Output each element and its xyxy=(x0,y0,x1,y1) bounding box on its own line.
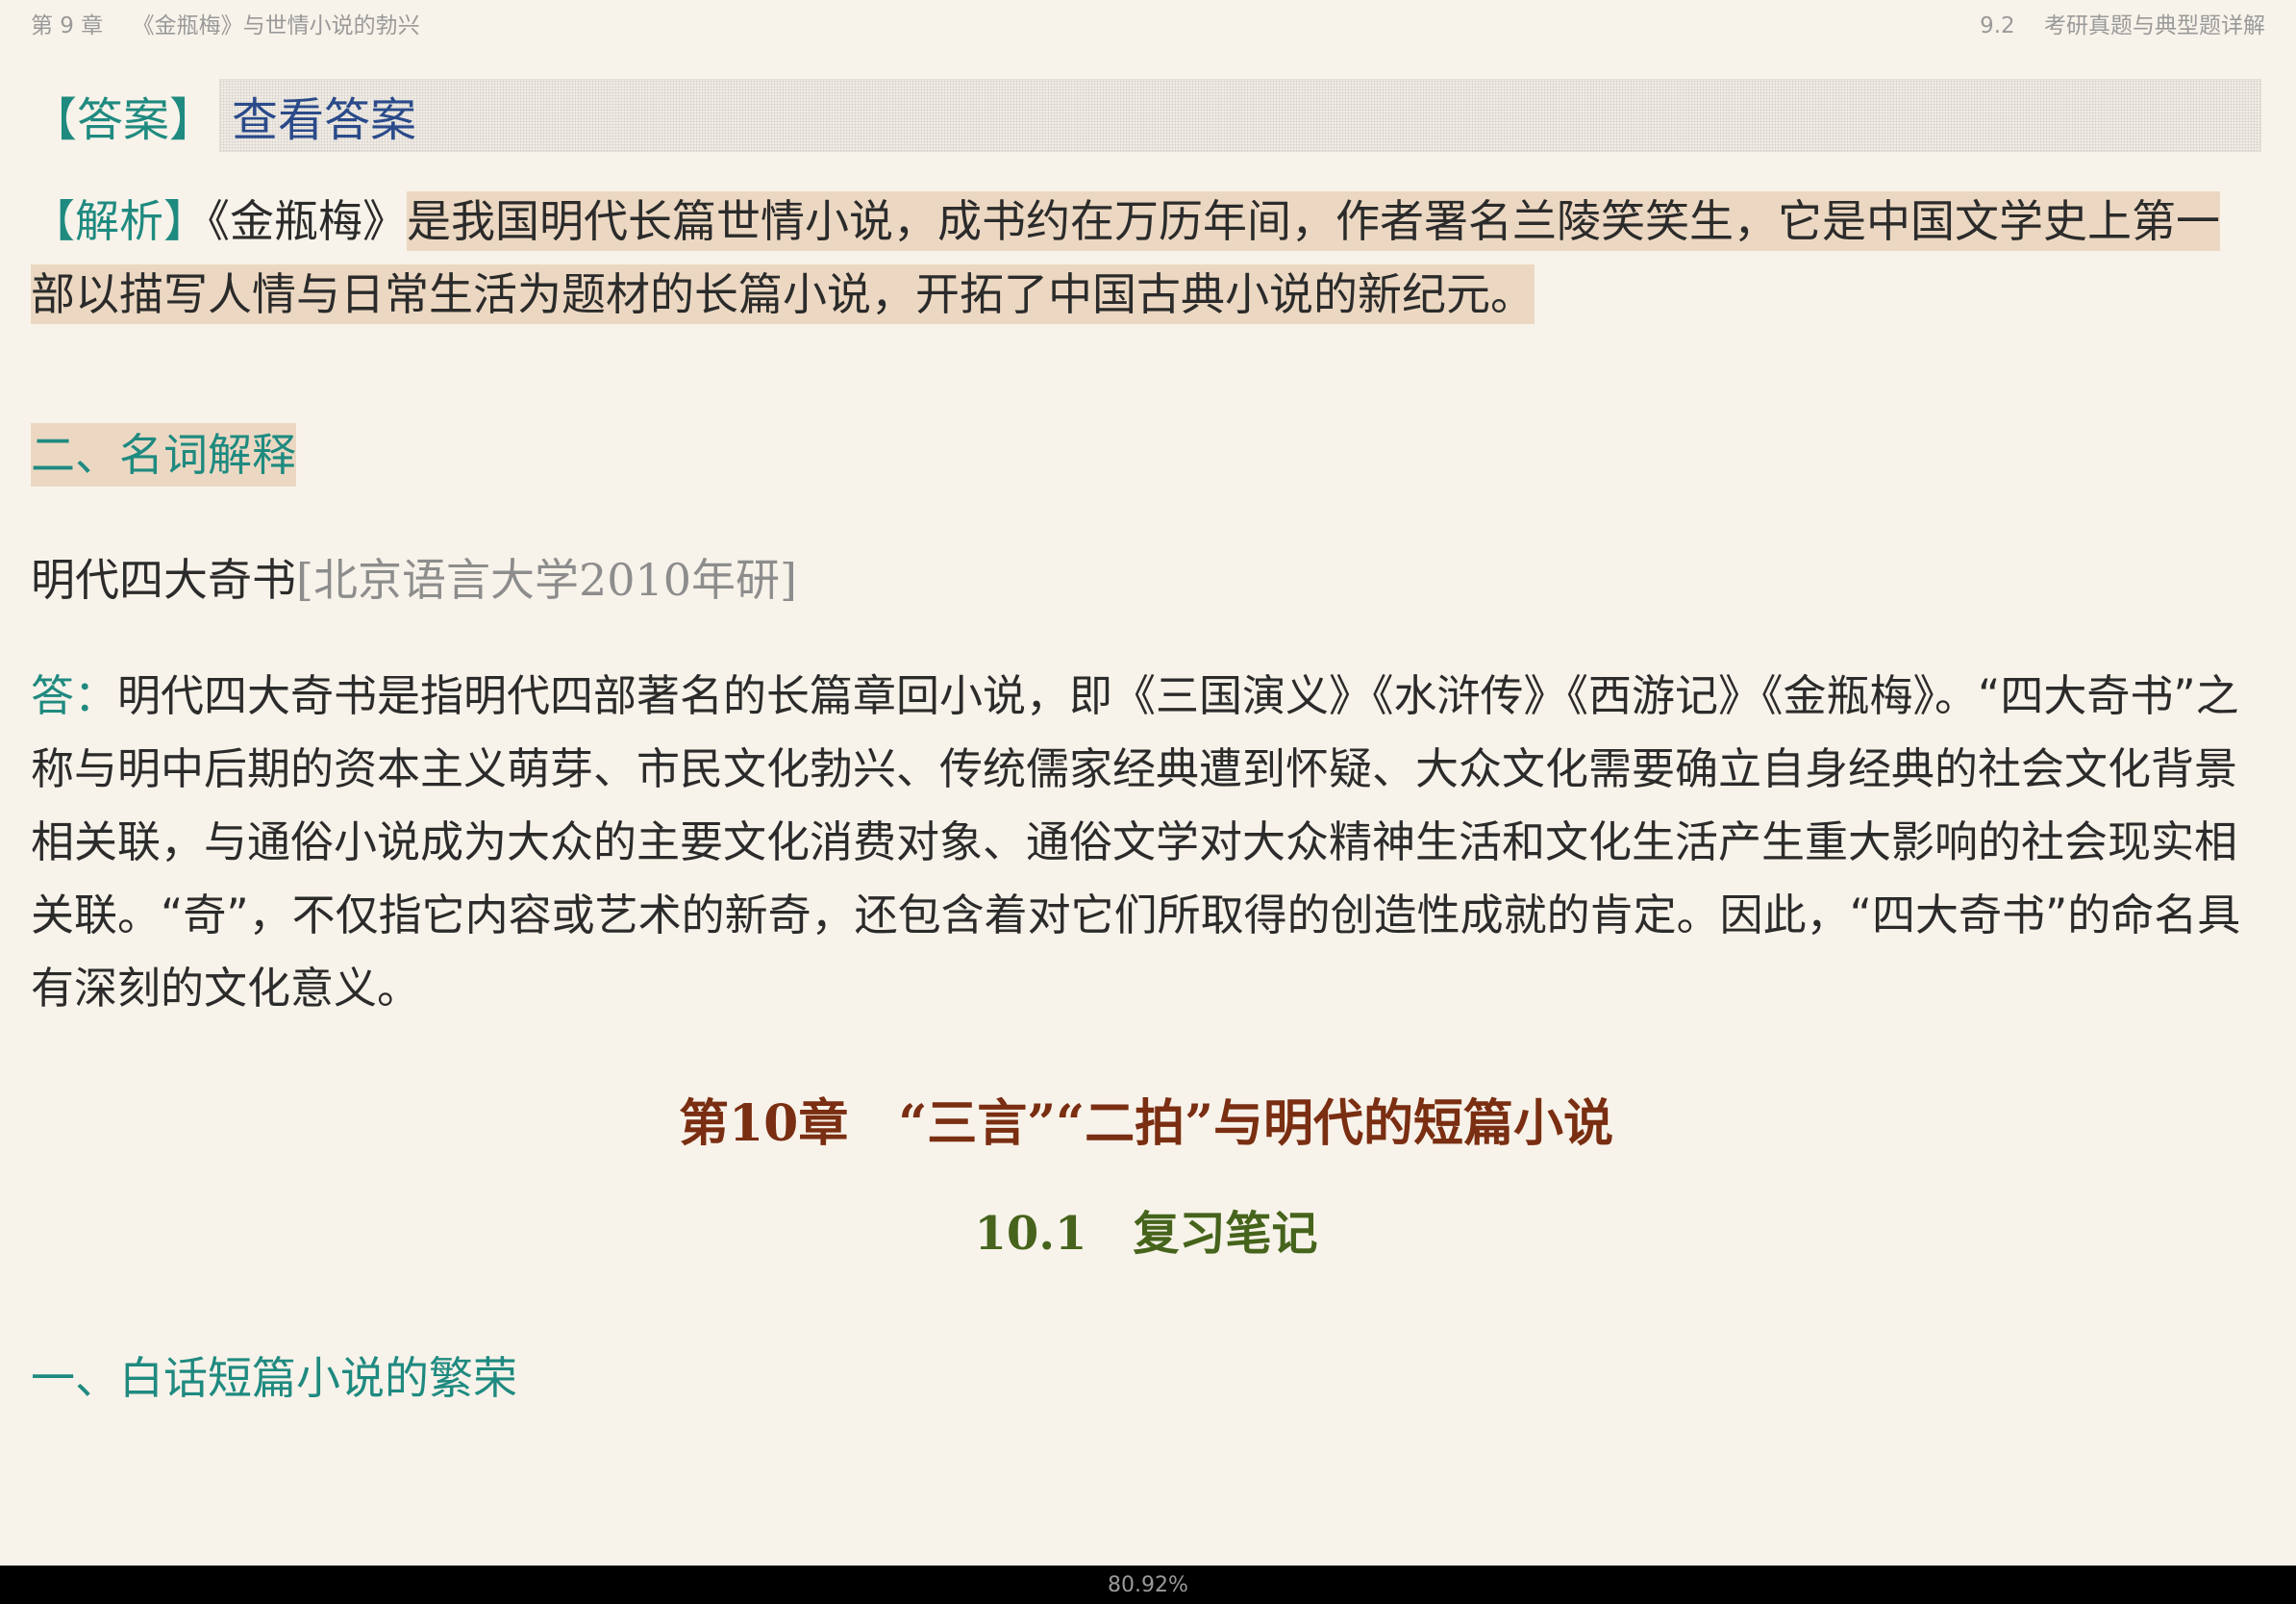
section-heading-vernacular: 一、白话短篇小说的繁荣 xyxy=(31,1352,517,1404)
analysis-book-title: 《金瓶梅》 xyxy=(208,195,407,247)
subsection-title: 10.1 复习笔记 xyxy=(974,1207,1318,1261)
analysis-paragraph: 【解析】《金瓶梅》是我国明代长篇世情小说，成书约在万历年间，作者署名兰陵笑笑生，… xyxy=(31,185,2261,331)
header-section: 9.2 考研真题与典型题详解 xyxy=(1980,7,2265,39)
book-content: 【答案】 查看答案 【解析】《金瓶梅》是我国明代长篇世情小说，成书约在万历年间，… xyxy=(31,69,2261,1407)
section-heading-terms[interactable]: 二、名词解释 xyxy=(31,423,296,487)
analysis-label: 【解析】 xyxy=(31,195,208,247)
running-header: 第 9 章 《金瓶梅》与世情小说的勃兴 9.2 考研真题与典型题详解 xyxy=(31,4,2265,42)
header-chapter-number: 第 9 章 xyxy=(31,13,104,38)
term-answer-paragraph: 答：明代四大奇书是指明代四部著名的长篇章回小说，即《三国演义》《水浒传》《西游记… xyxy=(31,660,2261,1025)
term-answer-label: 答： xyxy=(31,670,118,721)
status-bar: 80.92% xyxy=(0,1566,2296,1604)
header-chapter: 第 9 章 《金瓶梅》与世情小说的勃兴 xyxy=(31,7,420,39)
header-section-number: 9.2 xyxy=(1980,13,2015,38)
reading-progress: 80.92% xyxy=(1108,1572,1188,1597)
term-question: 明代四大奇书[北京语言大学2010年研] xyxy=(31,550,2261,610)
answer-label: 【答案】 xyxy=(31,93,216,147)
header-chapter-title: 《金瓶梅》与世情小说的勃兴 xyxy=(132,13,420,38)
term-source: [北京语言大学2010年研] xyxy=(296,554,797,606)
term-name: 明代四大奇书 xyxy=(31,554,296,606)
chapter-title: 第10章 “三言”“二拍”与明代的短篇小说 xyxy=(678,1094,1613,1153)
reader-page[interactable]: 第 9 章 《金瓶梅》与世情小说的勃兴 9.2 考研真题与典型题详解 【答案】 … xyxy=(0,0,2296,1566)
reveal-answer-button[interactable]: 查看答案 xyxy=(219,79,2261,152)
reveal-answer-label: 查看答案 xyxy=(232,93,417,147)
answer-row: 【答案】 查看答案 xyxy=(31,75,2261,156)
header-section-title: 考研真题与典型题详解 xyxy=(2044,13,2265,38)
term-answer-text: 明代四大奇书是指明代四部著名的长篇章回小说，即《三国演义》《水浒传》《西游记》《… xyxy=(31,670,2241,1014)
